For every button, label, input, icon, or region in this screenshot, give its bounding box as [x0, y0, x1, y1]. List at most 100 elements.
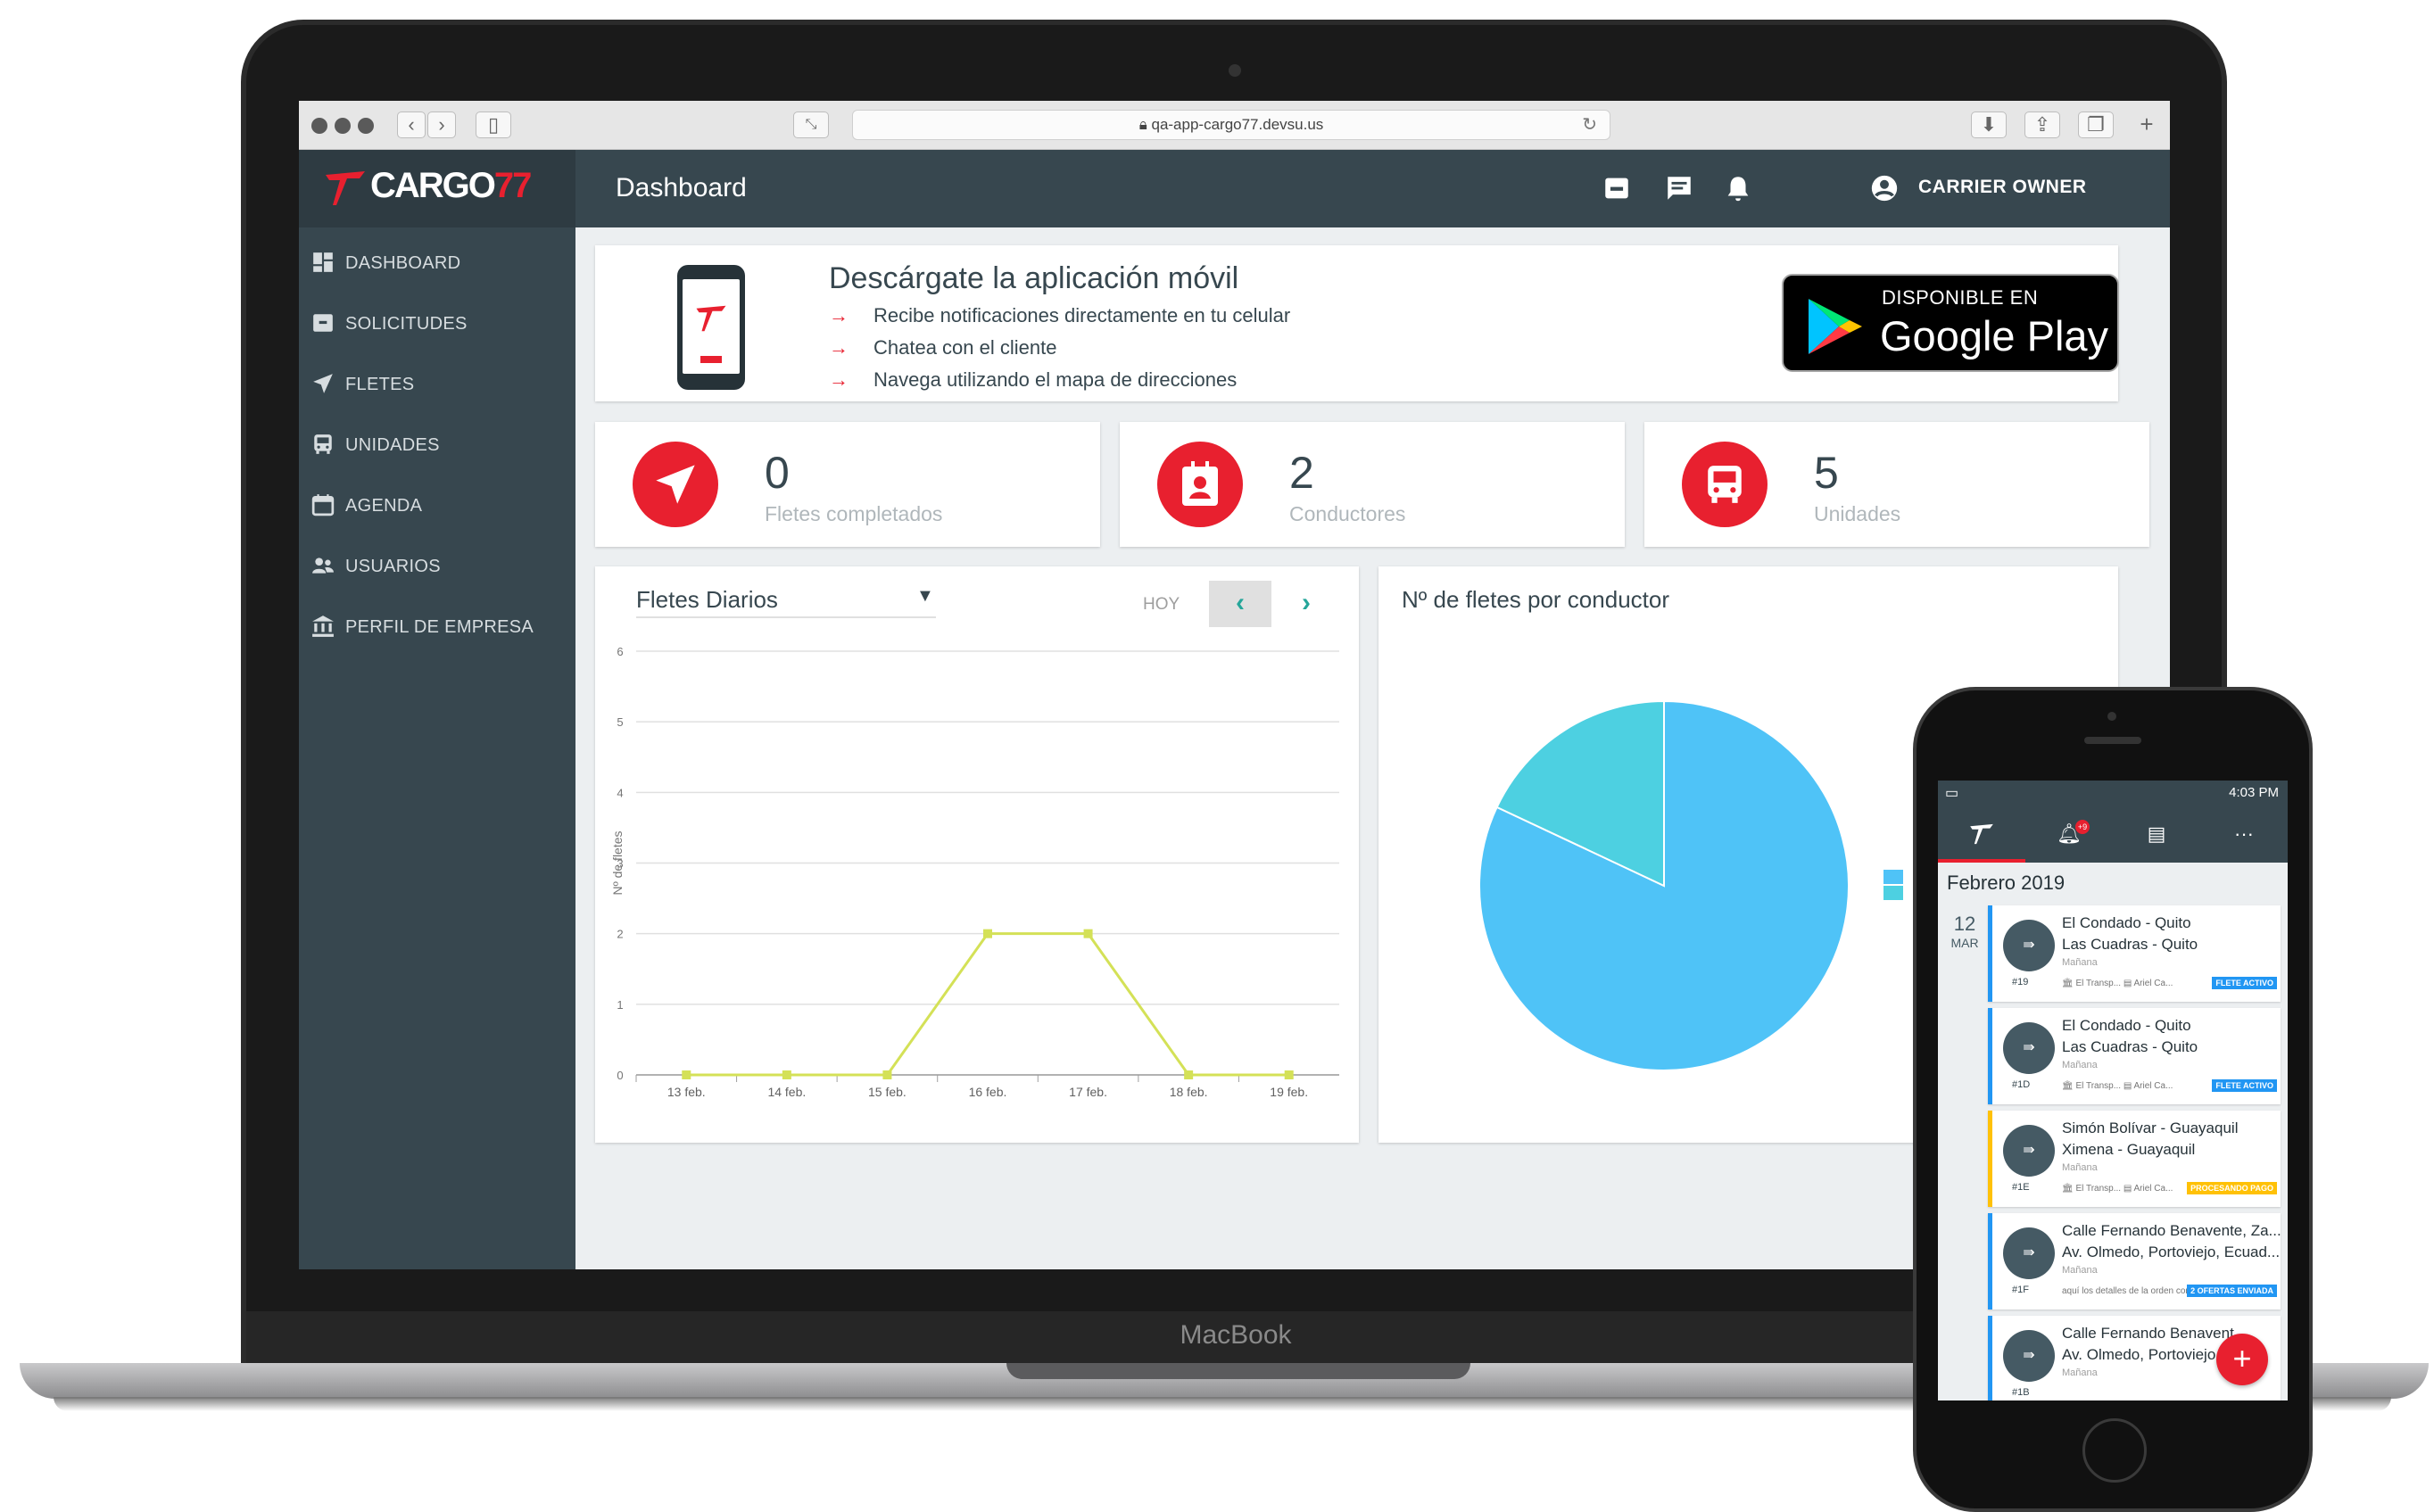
- share-icon[interactable]: ⇪: [2024, 112, 2060, 138]
- account-icon[interactable]: [1869, 173, 1900, 203]
- phone-tab-notifications[interactable]: 🔔︎ +9: [2025, 806, 2113, 863]
- sidebar-item-dashboard[interactable]: DASHBOARD: [299, 240, 575, 285]
- marketing-composite: ‹ › ▯ ⤡ 🔒︎ qa-app-cargo77.devsu.us ↻ ⬇ ⇪…: [0, 0, 2434, 1512]
- item-meta: 🏛 El Transp... ▤ Ariel Ca...: [2062, 1081, 2173, 1091]
- sidebar-item-perfil-de-empresa[interactable]: PERFIL DE EMPRESA: [299, 604, 575, 649]
- list-item[interactable]: ⇛ #19 El Condado - Quito Las Cuadras - Quit…: [1988, 905, 2281, 1002]
- data-point[interactable]: [1083, 929, 1093, 938]
- download-app-banner: Descárgate la aplicación móvil → Recibe n…: [595, 245, 2119, 401]
- add-button[interactable]: +: [2216, 1334, 2268, 1385]
- laptop-notch: [1006, 1363, 1470, 1379]
- schedule-text: Mañana: [2062, 957, 2098, 968]
- item-code: #1E: [2012, 1182, 2030, 1193]
- tabs-icon[interactable]: ❐: [2078, 112, 2114, 138]
- stat-label: Unidades: [1814, 502, 1901, 525]
- y-tick-label: 5: [617, 715, 623, 729]
- sidebar-item-label: USUARIOS: [345, 557, 441, 576]
- reader-icon[interactable]: ⤡: [793, 112, 829, 138]
- phone-tab-more[interactable]: ···: [2200, 806, 2288, 863]
- phone-home-button[interactable]: [2082, 1418, 2147, 1483]
- chat-icon[interactable]: [1664, 173, 1694, 203]
- sidebar-item-label: UNIDADES: [345, 435, 440, 455]
- notification-icon: ▭: [1945, 786, 1959, 801]
- sidebar-item-solicitudes[interactable]: SOLICITUDES: [299, 301, 575, 345]
- stat-label: Conductores: [1289, 502, 1406, 525]
- origin-text: El Condado - Quito: [2062, 914, 2191, 931]
- phone-month-title: Febrero 2019: [1947, 872, 2066, 894]
- truck-avatar-icon: ⇛: [2003, 920, 2055, 971]
- laptop-screen: ‹ › ▯ ⤡ 🔒︎ qa-app-cargo77.devsu.us ↻ ⬇ ⇪…: [299, 101, 2170, 1269]
- url-text: qa-app-cargo77.devsu.us: [1151, 116, 1324, 133]
- x-tick-label: 19 feb.: [1270, 1085, 1308, 1099]
- arrow-right-icon: →: [829, 304, 849, 326]
- users-icon: [312, 558, 334, 574]
- inbox-icon: [313, 314, 333, 332]
- user-menu[interactable]: CARRIER OWNER: [1918, 177, 2087, 198]
- window-zoom-dot[interactable]: [358, 118, 374, 134]
- send-icon: [313, 374, 333, 393]
- forward-icon[interactable]: ›: [427, 112, 456, 138]
- status-badge: FLETE ACTIVO: [2212, 977, 2277, 989]
- list-item[interactable]: ⇛ #1D El Condado - Quito Las Cuadras - Quit…: [1988, 1008, 2281, 1104]
- line-chart: 0123456Nº de fletes13 feb. 14 feb. 15 feb.…: [610, 645, 1339, 1099]
- stat-icon-circle: [1682, 442, 1768, 527]
- data-point[interactable]: [1284, 1070, 1294, 1079]
- phone-tab-chat[interactable]: ▤: [2113, 806, 2200, 863]
- phone-tab-fletes[interactable]: [1938, 806, 2025, 863]
- stat-label: Fletes completados: [765, 502, 943, 525]
- stat-card-unidades: 5 Unidades: [1644, 422, 2149, 547]
- origin-text: El Condado - Quito: [2062, 1017, 2191, 1034]
- data-point[interactable]: [1184, 1070, 1194, 1079]
- sidebar-item-unidades[interactable]: UNIDADES: [299, 422, 575, 467]
- destination-text: Las Cuadras - Quito: [2062, 936, 2198, 953]
- bus-icon: [314, 434, 332, 454]
- list-item[interactable]: ⇛ #1E Simón Bolívar - Guayaquil Ximena - Gu…: [1988, 1111, 2281, 1207]
- origin-text: Simón Bolívar - Guayaquil: [2062, 1120, 2239, 1136]
- data-point[interactable]: [682, 1070, 691, 1079]
- y-tick-label: 6: [617, 645, 623, 658]
- data-point[interactable]: [782, 1070, 791, 1079]
- google-play-badge[interactable]: DISPONIBLE EN Google Play: [1782, 274, 2119, 372]
- logo[interactable]: CARGO77: [299, 150, 575, 227]
- sidebar-item-agenda[interactable]: AGENDA: [299, 483, 575, 527]
- banner-bullet: → Recibe notificaciones directamente en t…: [829, 304, 1291, 326]
- data-point[interactable]: [882, 1070, 892, 1079]
- x-tick-label: 15 feb.: [868, 1085, 907, 1099]
- window-close-dot[interactable]: [311, 118, 327, 134]
- back-icon[interactable]: ‹: [397, 112, 426, 138]
- x-tick-label: 16 feb.: [969, 1085, 1007, 1099]
- y-axis-label: Nº de fletes: [610, 830, 625, 895]
- chat-icon: ▤: [2147, 822, 2166, 845]
- phone-illustration: [677, 265, 745, 390]
- x-tick-label: 13 feb.: [667, 1085, 706, 1099]
- status-badge: PROCESANDO PAGO: [2187, 1182, 2277, 1194]
- contact-icon: [1182, 461, 1218, 506]
- x-tick-label: 18 feb.: [1170, 1085, 1208, 1099]
- logo-icon: [1970, 823, 1993, 845]
- phone-camera: [2107, 712, 2116, 721]
- sidebar-item-label: AGENDA: [345, 496, 423, 516]
- y-tick-label: 0: [617, 1069, 623, 1082]
- window-minimize-dot[interactable]: [335, 118, 351, 134]
- data-point[interactable]: [983, 929, 992, 938]
- sidebar-item-usuarios[interactable]: USUARIOS: [299, 543, 575, 588]
- laptop-brand-label: MacBook: [1180, 1320, 1292, 1350]
- banner-title: Descárgate la aplicación móvil: [829, 261, 1239, 295]
- notification-badge: +9: [2075, 820, 2090, 834]
- downloads-icon[interactable]: ⬇: [1971, 112, 2007, 138]
- phone-nav: 🔔︎ +9 ▤ ···: [1938, 806, 2288, 863]
- archive-icon[interactable]: [1602, 173, 1632, 203]
- new-tab-icon[interactable]: +: [2133, 112, 2160, 138]
- origin-text: Calle Fernando Benavente, Za...: [2062, 1222, 2281, 1239]
- reload-icon[interactable]: ↻: [1582, 111, 1597, 139]
- sidebar-toggle-icon[interactable]: ▯: [476, 112, 511, 138]
- address-bar[interactable]: 🔒︎ qa-app-cargo77.devsu.us ↻: [852, 110, 1610, 140]
- sidebar-item-fletes[interactable]: FLETES: [299, 361, 575, 406]
- bell-icon[interactable]: [1723, 173, 1753, 203]
- item-meta: 🏛 El Transp... ▤ Ariel Ca...: [2062, 1184, 2173, 1194]
- item-meta: 🏛 El Transp... ▤ Ariel Ca...: [2062, 979, 2173, 988]
- list-item[interactable]: ⇛ #1F Calle Fernando Benavente, Za... Av. O…: [1988, 1213, 2281, 1310]
- dashboard-icon: [313, 252, 333, 272]
- lock-icon: 🔒︎: [1138, 116, 1152, 133]
- truck-avatar-icon: ⇛: [2003, 1022, 2055, 1074]
